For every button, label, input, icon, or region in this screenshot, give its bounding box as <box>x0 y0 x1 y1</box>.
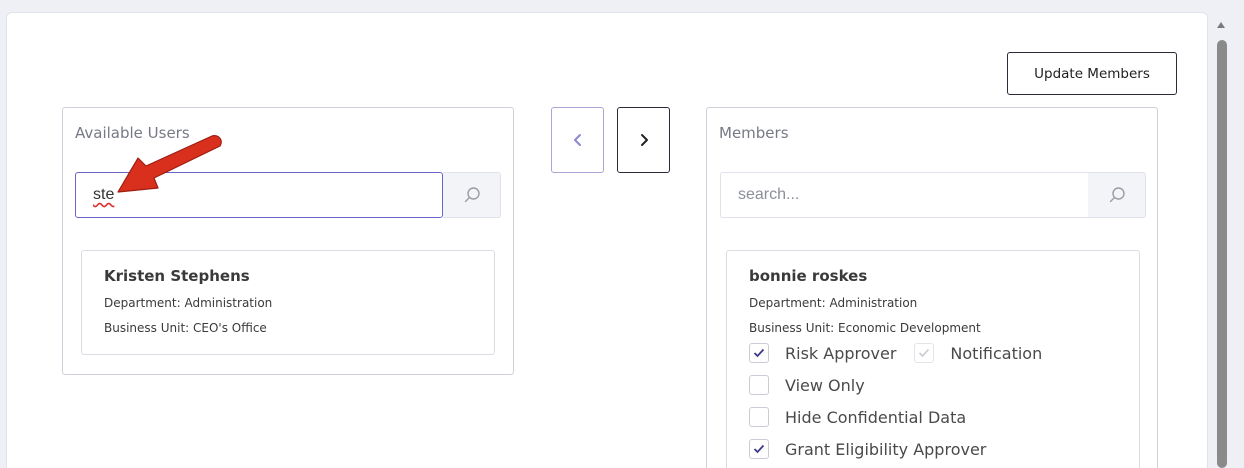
grant-eligibility-checkbox[interactable] <box>749 439 769 459</box>
view-only-checkbox[interactable] <box>749 375 769 395</box>
members-panel: Members bonnie roskes Department: Admini… <box>706 107 1158 468</box>
available-user-card[interactable]: Kristen Stephens Department: Administrat… <box>81 250 495 355</box>
view-only-label: View Only <box>785 375 865 395</box>
user-department: Department: Administration <box>749 296 918 310</box>
check-icon <box>919 348 930 358</box>
risk-approver-label: Risk Approver <box>785 343 897 363</box>
available-search-button[interactable] <box>443 172 501 218</box>
hide-confidential-checkbox[interactable] <box>749 407 769 427</box>
chevron-left-icon <box>573 134 581 146</box>
members-search <box>720 172 1146 218</box>
check-icon <box>753 444 765 454</box>
annotation-arrow-icon <box>117 135 222 193</box>
scrollbar-thumb[interactable] <box>1217 40 1227 468</box>
risk-approver-checkbox[interactable] <box>749 343 769 363</box>
user-business-unit: Business Unit: Economic Development <box>749 321 981 335</box>
update-members-button[interactable]: Update Members <box>1007 52 1177 95</box>
move-left-button[interactable] <box>551 107 604 173</box>
members-title: Members <box>719 124 789 142</box>
user-business-unit: Business Unit: CEO's Office <box>104 321 267 335</box>
members-search-button[interactable] <box>1088 172 1146 218</box>
grant-eligibility-label: Grant Eligibility Approver <box>785 439 987 459</box>
roles-row-2: View Only <box>749 375 865 395</box>
roles-row-3: Hide Confidential Data <box>749 407 966 427</box>
notification-checkbox <box>914 343 935 363</box>
user-department: Department: Administration <box>104 296 273 310</box>
chevron-right-icon <box>640 134 648 146</box>
search-icon <box>1109 187 1125 203</box>
roles-row-1: Risk Approver Notification <box>749 343 1042 363</box>
notification-label: Notification <box>950 343 1043 363</box>
member-user-card[interactable]: bonnie roskes Department: Administration… <box>726 250 1140 468</box>
scroll-up-icon[interactable] <box>1217 22 1225 28</box>
move-right-button[interactable] <box>617 107 670 173</box>
check-icon <box>753 348 765 358</box>
hide-confidential-label: Hide Confidential Data <box>785 407 967 427</box>
roles-row-4: Grant Eligibility Approver <box>749 439 986 459</box>
user-name: Kristen Stephens <box>104 267 250 285</box>
search-icon <box>464 187 480 203</box>
members-search-input[interactable] <box>720 172 1088 218</box>
user-name: bonnie roskes <box>749 267 868 285</box>
